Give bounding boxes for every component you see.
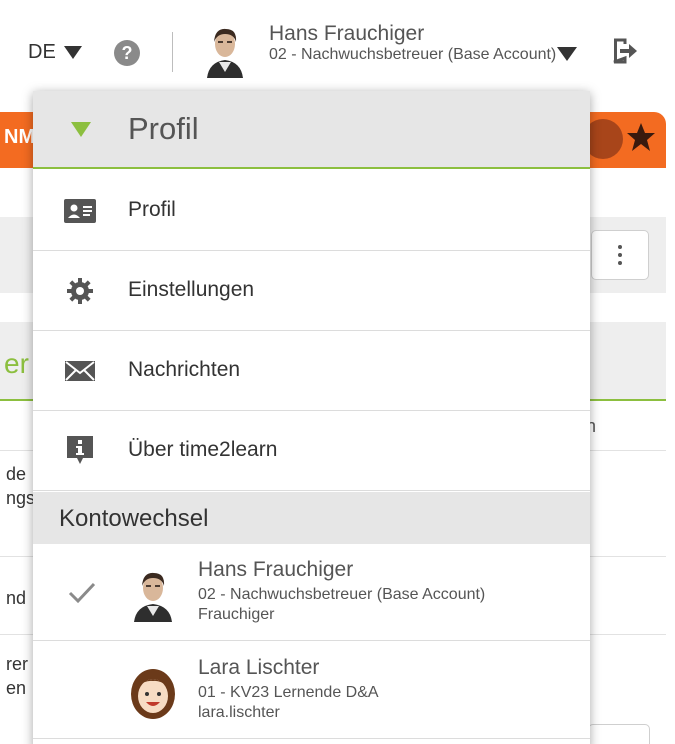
avatar [130, 566, 176, 622]
row-text: rer [6, 654, 28, 674]
row-text: en [6, 678, 27, 698]
account-item-hans[interactable]: Hans Frauchiger 02 - Nachwuchsbetreuer (… [33, 544, 590, 641]
info-icon [62, 436, 98, 465]
checkmark-icon [68, 582, 96, 604]
dropdown-header[interactable]: Profil [33, 91, 590, 169]
table-row-fragment: de ngs [6, 462, 35, 510]
avatar [130, 664, 176, 720]
user-role: 02 - Nachwuchsbetreuer (Base Account) [269, 46, 557, 63]
kebab-menu-icon[interactable] [591, 230, 649, 280]
row-text: de [6, 464, 27, 484]
user-name[interactable]: Hans Frauchiger [269, 22, 424, 46]
account-role: 02 - Nachwuchsbetreuer (Base Account) [198, 586, 486, 603]
section-title: Kontowechsel [59, 505, 209, 532]
menu-item-about[interactable]: Über time2learn [33, 411, 590, 491]
account-name: Hans Frauchiger [198, 558, 354, 581]
account-role: 01 - KV23 Lernende D&A [198, 684, 379, 701]
table-row-fragment: nd [6, 586, 26, 610]
chevron-down-icon [63, 46, 82, 59]
menu-item-einstellungen[interactable]: Einstellungen [33, 251, 590, 331]
help-icon[interactable]: ? [114, 40, 140, 66]
menu-item-label: Einstellungen [128, 278, 255, 301]
menu-item-label: Über time2learn [128, 438, 278, 461]
language-label: DE [28, 41, 56, 63]
row-text: ngs [6, 488, 36, 508]
avatar[interactable] [203, 22, 247, 78]
nav-bar-fragment: NM [4, 126, 36, 148]
top-bar: DE ? Hans Frauchiger 02 - Nachwuchsbetre… [0, 0, 675, 103]
divider [172, 32, 173, 72]
menu-item-profil[interactable]: Profil [33, 171, 590, 251]
chevron-down-icon [71, 122, 91, 137]
row-text: nd [6, 588, 27, 608]
star-icon[interactable] [625, 121, 657, 153]
gear-icon [62, 277, 98, 305]
dropdown-title: Profil [128, 111, 199, 146]
account-item-lara[interactable]: Lara Lischter 01 - KV23 Lernende D&A lar… [33, 642, 590, 739]
envelope-icon [62, 357, 98, 385]
menu-item-label: Profil [128, 198, 176, 221]
chevron-down-icon[interactable] [557, 47, 577, 61]
table-row-fragment: rer en [6, 652, 28, 700]
account-username: Frauchiger [198, 606, 275, 623]
menu-item-nachrichten[interactable]: Nachrichten [33, 331, 590, 411]
account-username: lara.lischter [198, 704, 280, 721]
language-selector[interactable]: DE [28, 41, 82, 64]
account-switch-header: Kontowechsel [33, 492, 590, 544]
profile-dropdown: Profil Profil Einstellungen Nachrichten … [33, 91, 590, 744]
logout-icon[interactable] [611, 37, 639, 65]
card-title-fragment: er [4, 348, 29, 379]
id-card-icon [62, 197, 98, 225]
bottom-button[interactable] [588, 724, 650, 744]
account-name: Lara Lischter [198, 656, 320, 679]
menu-item-label: Nachrichten [128, 358, 241, 381]
